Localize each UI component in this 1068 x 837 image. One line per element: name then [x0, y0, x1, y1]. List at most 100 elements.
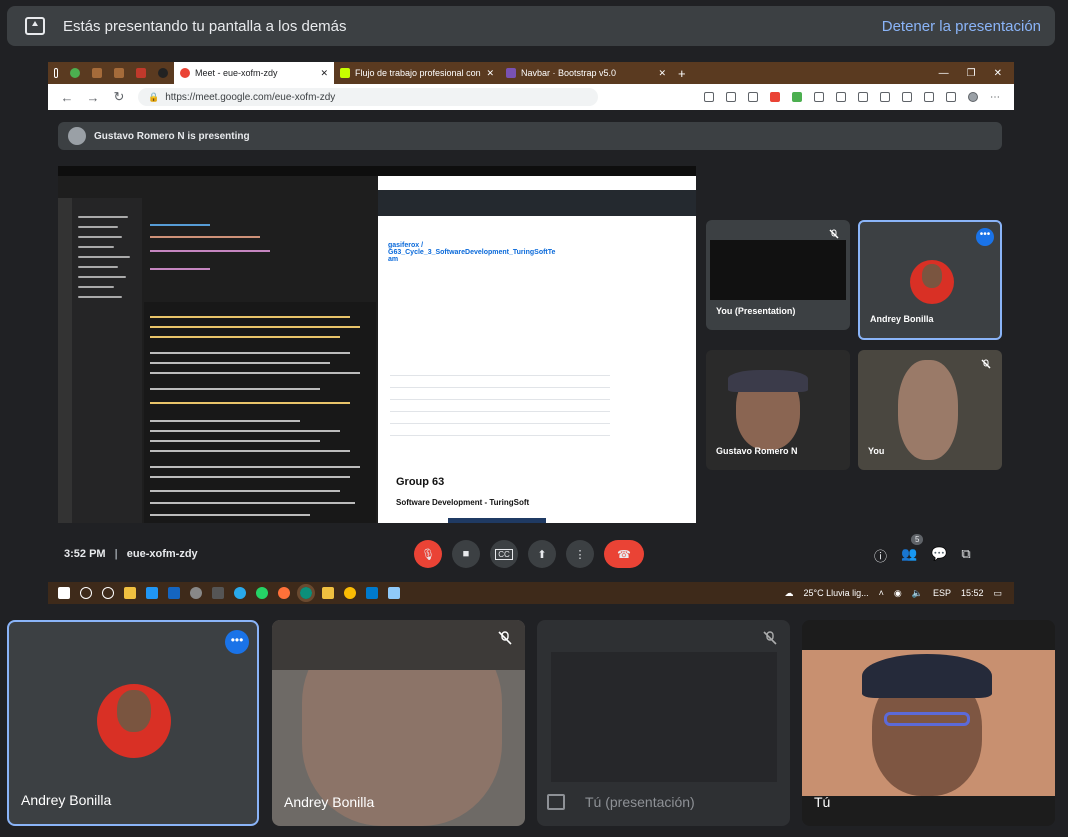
browser-tabbar: Meet - eue-xofm-zdy ✕ Flujo de trabajo pr… [48, 62, 1014, 84]
inner-presenting-banner: Gustavo Romero N is presenting [58, 122, 1002, 150]
tab-bootstrap[interactable]: Navbar · Bootstrap v5.0 ✕ [500, 62, 672, 84]
pinned-tab-1[interactable] [64, 62, 86, 84]
bottom-tile-tu[interactable]: Tú [802, 620, 1055, 826]
windows-taskbar: ☁ 25°C Lluvia lig... ˄ ◉ 🔈 ESP 15:52 ▭ [48, 582, 1014, 604]
presented-screen: gasiferox / G63_Cycle_3_SoftwareDevelopm… [58, 166, 696, 523]
toolbar-icons[interactable]: ⋯ [704, 92, 1000, 103]
vscode-activity-bar [58, 198, 72, 523]
meeting-info: 3:52 PM | eue-xofm-zdy [64, 548, 198, 560]
activities-icon[interactable]: ⧉ [961, 546, 970, 565]
more-vert-icon: ⋮ [574, 548, 586, 561]
more-options-button[interactable]: ⋮ [566, 540, 594, 568]
clock[interactable]: 15:52 [961, 588, 984, 598]
lock-icon: 🔒 [148, 91, 160, 102]
desktop-topbar [58, 166, 696, 176]
url-field[interactable]: 🔒 https://meet.google.com/eue-xofm-zdy [138, 88, 598, 106]
windows-start-icon[interactable] [58, 587, 70, 599]
shared-screen: Meet - eue-xofm-zdy ✕ Flujo de trabajo pr… [48, 62, 1014, 599]
vscode-icon[interactable] [366, 587, 378, 599]
presenting-text: Estás presentando tu pantalla a los demá… [63, 17, 347, 35]
inner-tile-presentation[interactable]: You (Presentation) [706, 220, 850, 330]
mic-off-icon: 🎙 [421, 548, 435, 561]
readme-subheading: Software Development - TuringSoft [396, 498, 530, 507]
hangup-icon: ☎ [617, 548, 631, 561]
mail-icon[interactable] [168, 587, 180, 599]
tab-meet[interactable]: Meet - eue-xofm-zdy ✕ [174, 62, 334, 84]
mic-off-icon [829, 229, 839, 239]
meeting-time: 3:52 PM [64, 548, 106, 560]
chat-icon[interactable]: 💬 [931, 546, 947, 565]
whatsapp-icon[interactable] [256, 587, 268, 599]
stop-presenting-button[interactable]: Detener la presentación [882, 18, 1041, 35]
tab-sidebar-icon[interactable] [48, 62, 64, 84]
telegram-icon[interactable] [234, 587, 246, 599]
camera-toggle-button[interactable]: ■ [452, 540, 480, 568]
edge-icon[interactable] [297, 584, 315, 602]
tab-flujo[interactable]: Flujo de trabajo profesional con ✕ [334, 62, 500, 84]
window-controls[interactable]: — ❐ ✕ [933, 62, 1014, 84]
search-icon[interactable] [80, 587, 92, 599]
pinned-tab-3[interactable] [108, 62, 130, 84]
mic-toggle-button[interactable]: 🎙 [414, 540, 442, 568]
people-button[interactable]: 👥 5 [901, 534, 924, 565]
captions-button[interactable]: CC [490, 540, 518, 568]
system-tray: ☁ 25°C Lluvia lig... ˄ ◉ 🔈 ESP 15:52 ▭ [784, 588, 1002, 599]
pinned-tab-4[interactable] [130, 62, 152, 84]
bottom-tile-andrey-video[interactable]: Andrey Bonilla [272, 620, 525, 826]
present-button[interactable]: ⬆ [528, 540, 556, 568]
volume-icon[interactable]: 🔈 [912, 588, 923, 599]
avatar [97, 684, 171, 758]
side-controls: ⓘ 👥 5 💬 ⧉ [874, 534, 971, 565]
folder-icon[interactable] [322, 587, 334, 599]
info-icon[interactable]: ⓘ [874, 546, 887, 565]
camera-app-icon[interactable] [212, 587, 224, 599]
inner-meet: Gustavo Romero N is presenting gasiferox… [48, 110, 1014, 599]
vscode-window [58, 176, 376, 523]
address-bar: ← → ↻ 🔒 https://meet.google.com/eue-xofm… [48, 84, 1014, 110]
repo-title: gasiferox / G63_Cycle_3_SoftwareDevelopm… [388, 242, 556, 263]
meeting-code: eue-xofm-zdy [126, 548, 198, 560]
weather-text[interactable]: 25°C Lluvia lig... [803, 588, 868, 598]
notepad-icon[interactable] [388, 587, 400, 599]
inner-tile-you[interactable]: You [858, 350, 1002, 470]
inner-tile-andrey[interactable]: ••• Andrey Bonilla [858, 220, 1002, 340]
github-header [378, 190, 696, 216]
presenting-banner: Estás presentando tu pantalla a los demá… [7, 6, 1055, 46]
chrome-icon[interactable] [344, 587, 356, 599]
avatar [68, 127, 86, 145]
taskview-icon[interactable] [102, 587, 114, 599]
mic-off-icon [763, 631, 777, 645]
captions-icon: CC [495, 548, 513, 560]
present-icon: ⬆ [537, 548, 547, 561]
participants-badge: 5 [911, 534, 924, 545]
call-controls: 🎙 ■ CC ⬆ ⋮ ☎ [414, 540, 644, 568]
reload-icon[interactable]: ↻ [112, 89, 126, 105]
wifi-icon[interactable]: ◉ [894, 588, 902, 599]
inner-tile-gustavo[interactable]: Gustavo Romero N [706, 350, 850, 470]
language-indicator[interactable]: ESP [933, 588, 951, 598]
back-icon[interactable]: ← [60, 90, 74, 105]
pinned-tab-github[interactable] [152, 62, 174, 84]
camera-icon: ■ [462, 548, 470, 560]
readme-heading: Group 63 [396, 476, 445, 488]
present-screen-icon [547, 794, 565, 810]
bottom-tile-presentation[interactable]: Tú (presentación) [537, 620, 790, 826]
pinned-tab-2[interactable] [86, 62, 108, 84]
store-icon[interactable] [146, 587, 158, 599]
notification-icon[interactable]: ▭ [993, 588, 1002, 599]
files-icon[interactable] [124, 587, 136, 599]
chevron-up-icon[interactable]: ˄ [879, 588, 884, 598]
leave-call-button[interactable]: ☎ [604, 540, 644, 568]
app-icon[interactable] [190, 587, 202, 599]
firefox-icon[interactable] [278, 587, 290, 599]
mic-off-icon [498, 631, 512, 645]
more-options-icon[interactable]: ••• [976, 228, 994, 246]
bottom-tile-andrey-selected[interactable]: ••• Andrey Bonilla [7, 620, 259, 826]
avatar [910, 260, 954, 304]
weather-icon: ☁ [784, 587, 794, 598]
new-tab-button[interactable]: + [672, 62, 692, 84]
more-options-icon[interactable]: ••• [225, 630, 249, 654]
mic-off-icon [981, 359, 991, 369]
github-window: gasiferox / G63_Cycle_3_SoftwareDevelopm… [378, 176, 696, 523]
forward-icon[interactable]: → [86, 90, 100, 105]
